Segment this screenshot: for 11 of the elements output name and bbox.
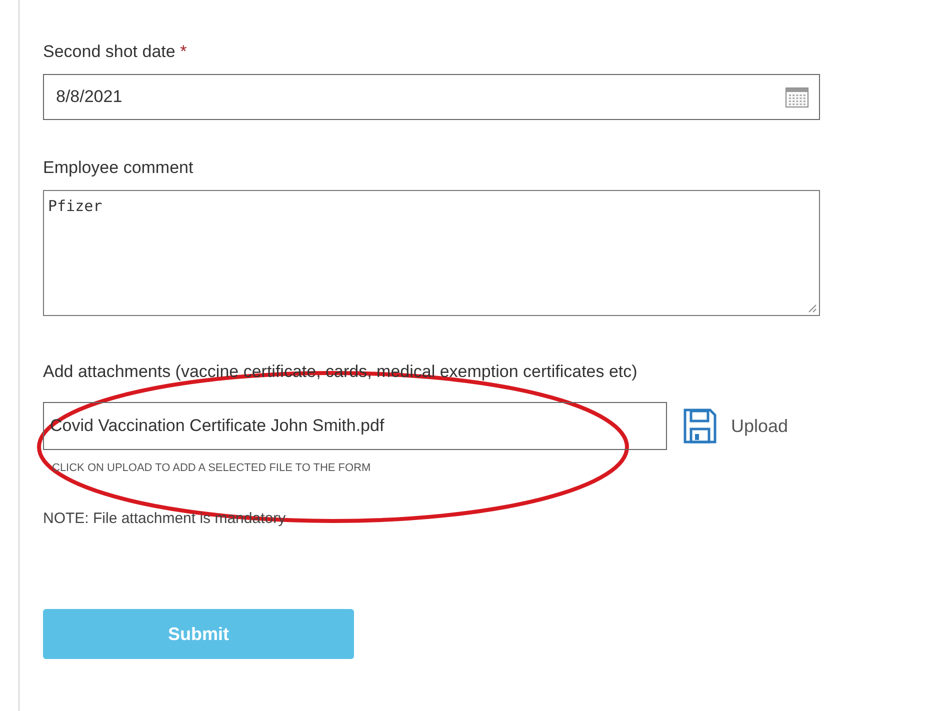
required-mark: * bbox=[180, 42, 187, 61]
field-label: Employee comment bbox=[43, 157, 194, 179]
save-icon bbox=[683, 408, 717, 444]
comment-field[interactable]: Pfizer bbox=[43, 190, 820, 316]
date-field[interactable]: 8/8/2021 bbox=[43, 74, 820, 120]
upload-hint: CLICK ON UPLOAD TO ADD A SELECTED FILE TO THE FORM bbox=[52, 462, 372, 474]
field-label: Second shot date * bbox=[43, 41, 188, 63]
calendar-icon bbox=[785, 86, 809, 108]
resize-grip-icon bbox=[807, 303, 817, 313]
upload-button[interactable]: Upload bbox=[683, 408, 788, 444]
file-field[interactable]: Covid Vaccination Certificate John Smith.pdf bbox=[43, 402, 667, 450]
